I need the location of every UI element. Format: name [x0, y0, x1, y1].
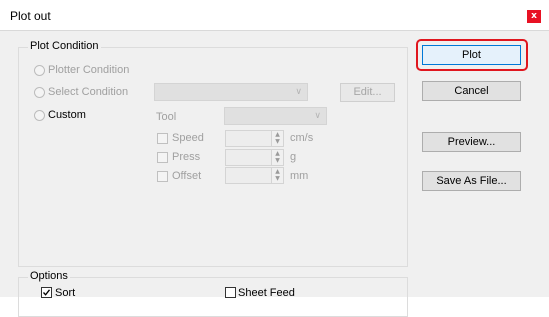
- radio-circle: [34, 64, 45, 76]
- cancel-button[interactable]: Cancel: [422, 81, 521, 101]
- offset-input[interactable]: ▲ ▼: [225, 167, 284, 184]
- press-label: Press: [172, 151, 201, 163]
- options-legend: Options: [28, 270, 70, 282]
- title-bar: Plot out x: [0, 0, 549, 30]
- radio-circle: [34, 109, 45, 121]
- speed-label: Speed: [172, 132, 204, 144]
- radio-circle: [34, 86, 45, 98]
- preview-button[interactable]: Preview...: [422, 132, 521, 152]
- chevron-down-icon: ∨: [295, 87, 302, 97]
- offset-unit: mm: [290, 170, 309, 182]
- plot-button[interactable]: Plot: [422, 45, 521, 65]
- save-as-file-button[interactable]: Save As File...: [422, 171, 521, 191]
- sort-checkbox[interactable]: [41, 287, 52, 298]
- speed-input[interactable]: ▲ ▼: [225, 130, 284, 147]
- condition-select[interactable]: ∨: [154, 83, 308, 101]
- close-icon: x: [531, 11, 537, 21]
- sheet-feed-checkbox[interactable]: [225, 287, 236, 298]
- press-checkbox[interactable]: [157, 152, 168, 163]
- window-title: Plot out: [10, 9, 51, 23]
- close-button[interactable]: x: [527, 10, 541, 23]
- tool-label: Tool: [156, 111, 177, 123]
- radio-label: Select Condition: [48, 86, 129, 98]
- radio-label: Plotter Condition: [48, 64, 130, 76]
- radio-plotter-condition[interactable]: Plotter Condition: [34, 64, 129, 76]
- options-group: [18, 277, 408, 317]
- press-stepper[interactable]: ▲ ▼: [271, 150, 283, 165]
- speed-stepper[interactable]: ▲ ▼: [271, 131, 283, 146]
- speed-checkbox[interactable]: [157, 133, 168, 144]
- sort-label: Sort: [55, 287, 76, 299]
- chevron-down-icon: ∨: [314, 111, 321, 121]
- offset-stepper[interactable]: ▲ ▼: [271, 168, 283, 183]
- dialog-body: Plot Condition Plotter Condition Select …: [0, 30, 549, 317]
- radio-select-condition[interactable]: Select Condition: [34, 86, 128, 98]
- speed-unit: cm/s: [290, 132, 314, 144]
- edit-button[interactable]: Edit...: [340, 83, 395, 102]
- press-unit: g: [290, 151, 297, 163]
- offset-label: Offset: [172, 170, 202, 182]
- tool-select[interactable]: ∨: [224, 107, 327, 125]
- press-input[interactable]: ▲ ▼: [225, 149, 284, 166]
- sheet-feed-label: Sheet Feed: [238, 287, 295, 299]
- plot-condition-group: [18, 47, 408, 267]
- plot-condition-legend: Plot Condition: [28, 40, 101, 52]
- check-icon: [43, 289, 51, 296]
- radio-custom[interactable]: Custom: [34, 109, 86, 121]
- radio-label: Custom: [48, 109, 86, 121]
- offset-checkbox[interactable]: [157, 171, 168, 182]
